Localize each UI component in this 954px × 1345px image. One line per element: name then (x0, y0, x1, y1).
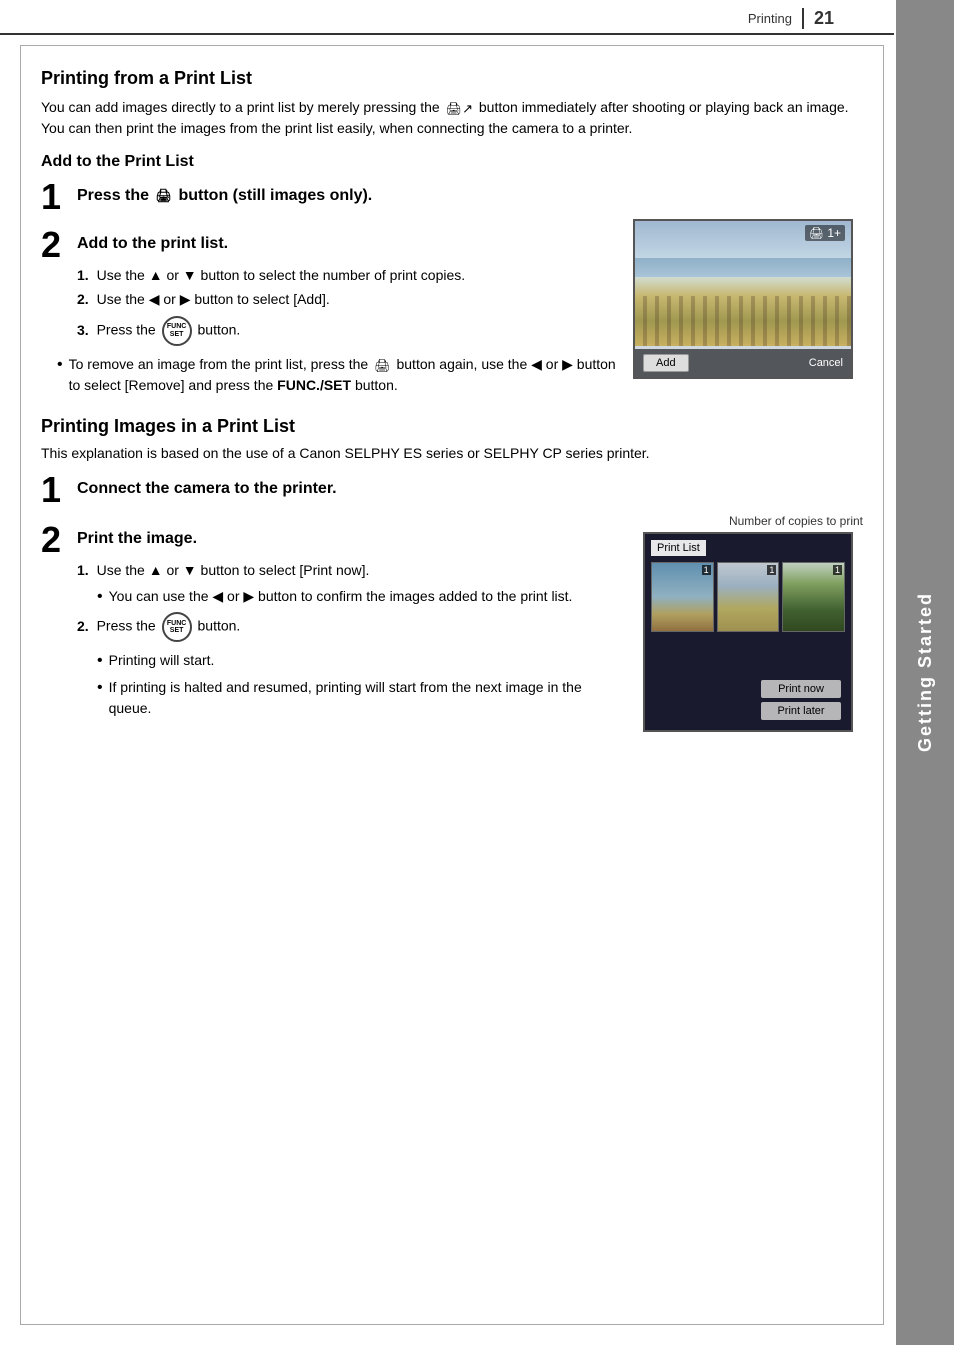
substep3: 3. Press the FUNC SET button. (77, 316, 617, 346)
bullet1: • To remove an image from the print list… (57, 354, 617, 396)
print-menu: Print now Print later (761, 680, 841, 720)
print-now-btn[interactable]: Print now (761, 680, 841, 698)
camera-screen-area: 🖨 1+ Add Cancel (633, 219, 863, 400)
beach-chairs-overlay (635, 296, 851, 346)
side-tab-label: Getting Started (915, 592, 936, 752)
print-sub-steps: 1. Use the ▲ or ▼ button to select [Prin… (77, 562, 623, 719)
section-label: Printing (748, 11, 792, 26)
func-set-icon-2: FUNC SET (162, 612, 192, 642)
thumb2-count: 1 (767, 565, 776, 575)
cam-icon-top-right: 🖨 1+ (805, 225, 845, 241)
main-content: Printing from a Print List You can add i… (20, 45, 884, 1325)
thumb1: 1 (651, 562, 714, 632)
bullet1-print-icon: 🖨︎ (374, 356, 391, 376)
step1-text: Press the 🖨︎ button (still images only). (77, 179, 372, 205)
print-step-area: 2 Print the image. 1. Use the ▲ or ▼ but… (41, 514, 863, 732)
print-substep1-num: 1. (77, 562, 89, 578)
connect-step-number: 1 (41, 472, 71, 508)
print-step: 2 Print the image. (41, 522, 623, 558)
print-bullet2: • Printing will start. (97, 650, 623, 672)
connect-step-text: Connect the camera to the printer. (77, 472, 337, 498)
page-header: Printing 21 (0, 0, 894, 35)
side-tab: Getting Started (896, 0, 954, 1345)
step2: 2 Add to the print list. (41, 227, 617, 263)
print-substep2: 2. Press the FUNC SET button. (77, 612, 623, 642)
page-number: 21 (802, 8, 834, 29)
num-copies-label: Number of copies to print (643, 514, 863, 528)
step1-number: 1 (41, 179, 71, 215)
thumb1-count: 1 (702, 565, 711, 575)
camera-ui-bottom: Add Cancel (635, 349, 851, 377)
print-list-title: Print List (651, 540, 706, 556)
print-bullet1: • You can use the ◀ or ▶ button to confi… (97, 586, 623, 608)
substep2: 2. Use the ◀ or ▶ button to select [Add]… (77, 291, 617, 308)
thumb3-count: 1 (833, 565, 842, 575)
step2-left: 2 Add to the print list. 1. Use the ▲ or… (41, 219, 617, 400)
cancel-button[interactable]: Cancel (809, 357, 843, 369)
print-list-screen: Print List 1 1 1 (643, 532, 853, 732)
thumb2: 1 (717, 562, 780, 632)
substep3-num: 3. (77, 322, 89, 338)
beach-scene: 🖨 1+ (635, 221, 851, 346)
subsection1-title: Add to the Print List (41, 153, 863, 171)
step2-text: Add to the print list. (77, 227, 228, 253)
print-list-icon: 🖨︎↗ (446, 99, 473, 119)
section1-title: Printing from a Print List (41, 68, 863, 89)
sub-steps: 1. Use the ▲ or ▼ button to select the n… (77, 267, 617, 346)
print-step-number: 2 (41, 522, 71, 558)
print-step-left: 2 Print the image. 1. Use the ▲ or ▼ but… (41, 514, 623, 732)
connect-step: 1 Connect the camera to the printer. (41, 472, 863, 508)
print-bullet3: • If printing is halted and resumed, pri… (97, 677, 623, 719)
print-later-btn[interactable]: Print later (761, 702, 841, 720)
print-screen-area: Number of copies to print Print List 1 1 (643, 514, 863, 732)
print-substep2-num: 2. (77, 618, 89, 634)
substep1: 1. Use the ▲ or ▼ button to select the n… (77, 267, 617, 283)
substep2-num: 2. (77, 291, 89, 307)
water (635, 258, 851, 277)
add-button[interactable]: Add (643, 354, 689, 372)
step1-print-icon: 🖨︎ (156, 188, 173, 204)
print-substep1: 1. Use the ▲ or ▼ button to select [Prin… (77, 562, 623, 578)
section2-body: This explanation is based on the use of … (41, 443, 863, 464)
section1-body: You can add images directly to a print l… (41, 97, 863, 139)
camera-screen: 🖨 1+ Add Cancel (633, 219, 853, 379)
substep1-num: 1. (77, 267, 89, 283)
section2-title: Printing Images in a Print List (41, 416, 863, 437)
thumb3: 1 (782, 562, 845, 632)
step1: 1 Press the 🖨︎ button (still images only… (41, 179, 863, 215)
step2-number: 2 (41, 227, 71, 263)
print-list-images: 1 1 1 (651, 562, 845, 632)
step2-container: 2 Add to the print list. 1. Use the ▲ or… (41, 219, 863, 400)
func-set-icon-1: FUNC SET (162, 316, 192, 346)
print-step-text: Print the image. (77, 522, 197, 548)
